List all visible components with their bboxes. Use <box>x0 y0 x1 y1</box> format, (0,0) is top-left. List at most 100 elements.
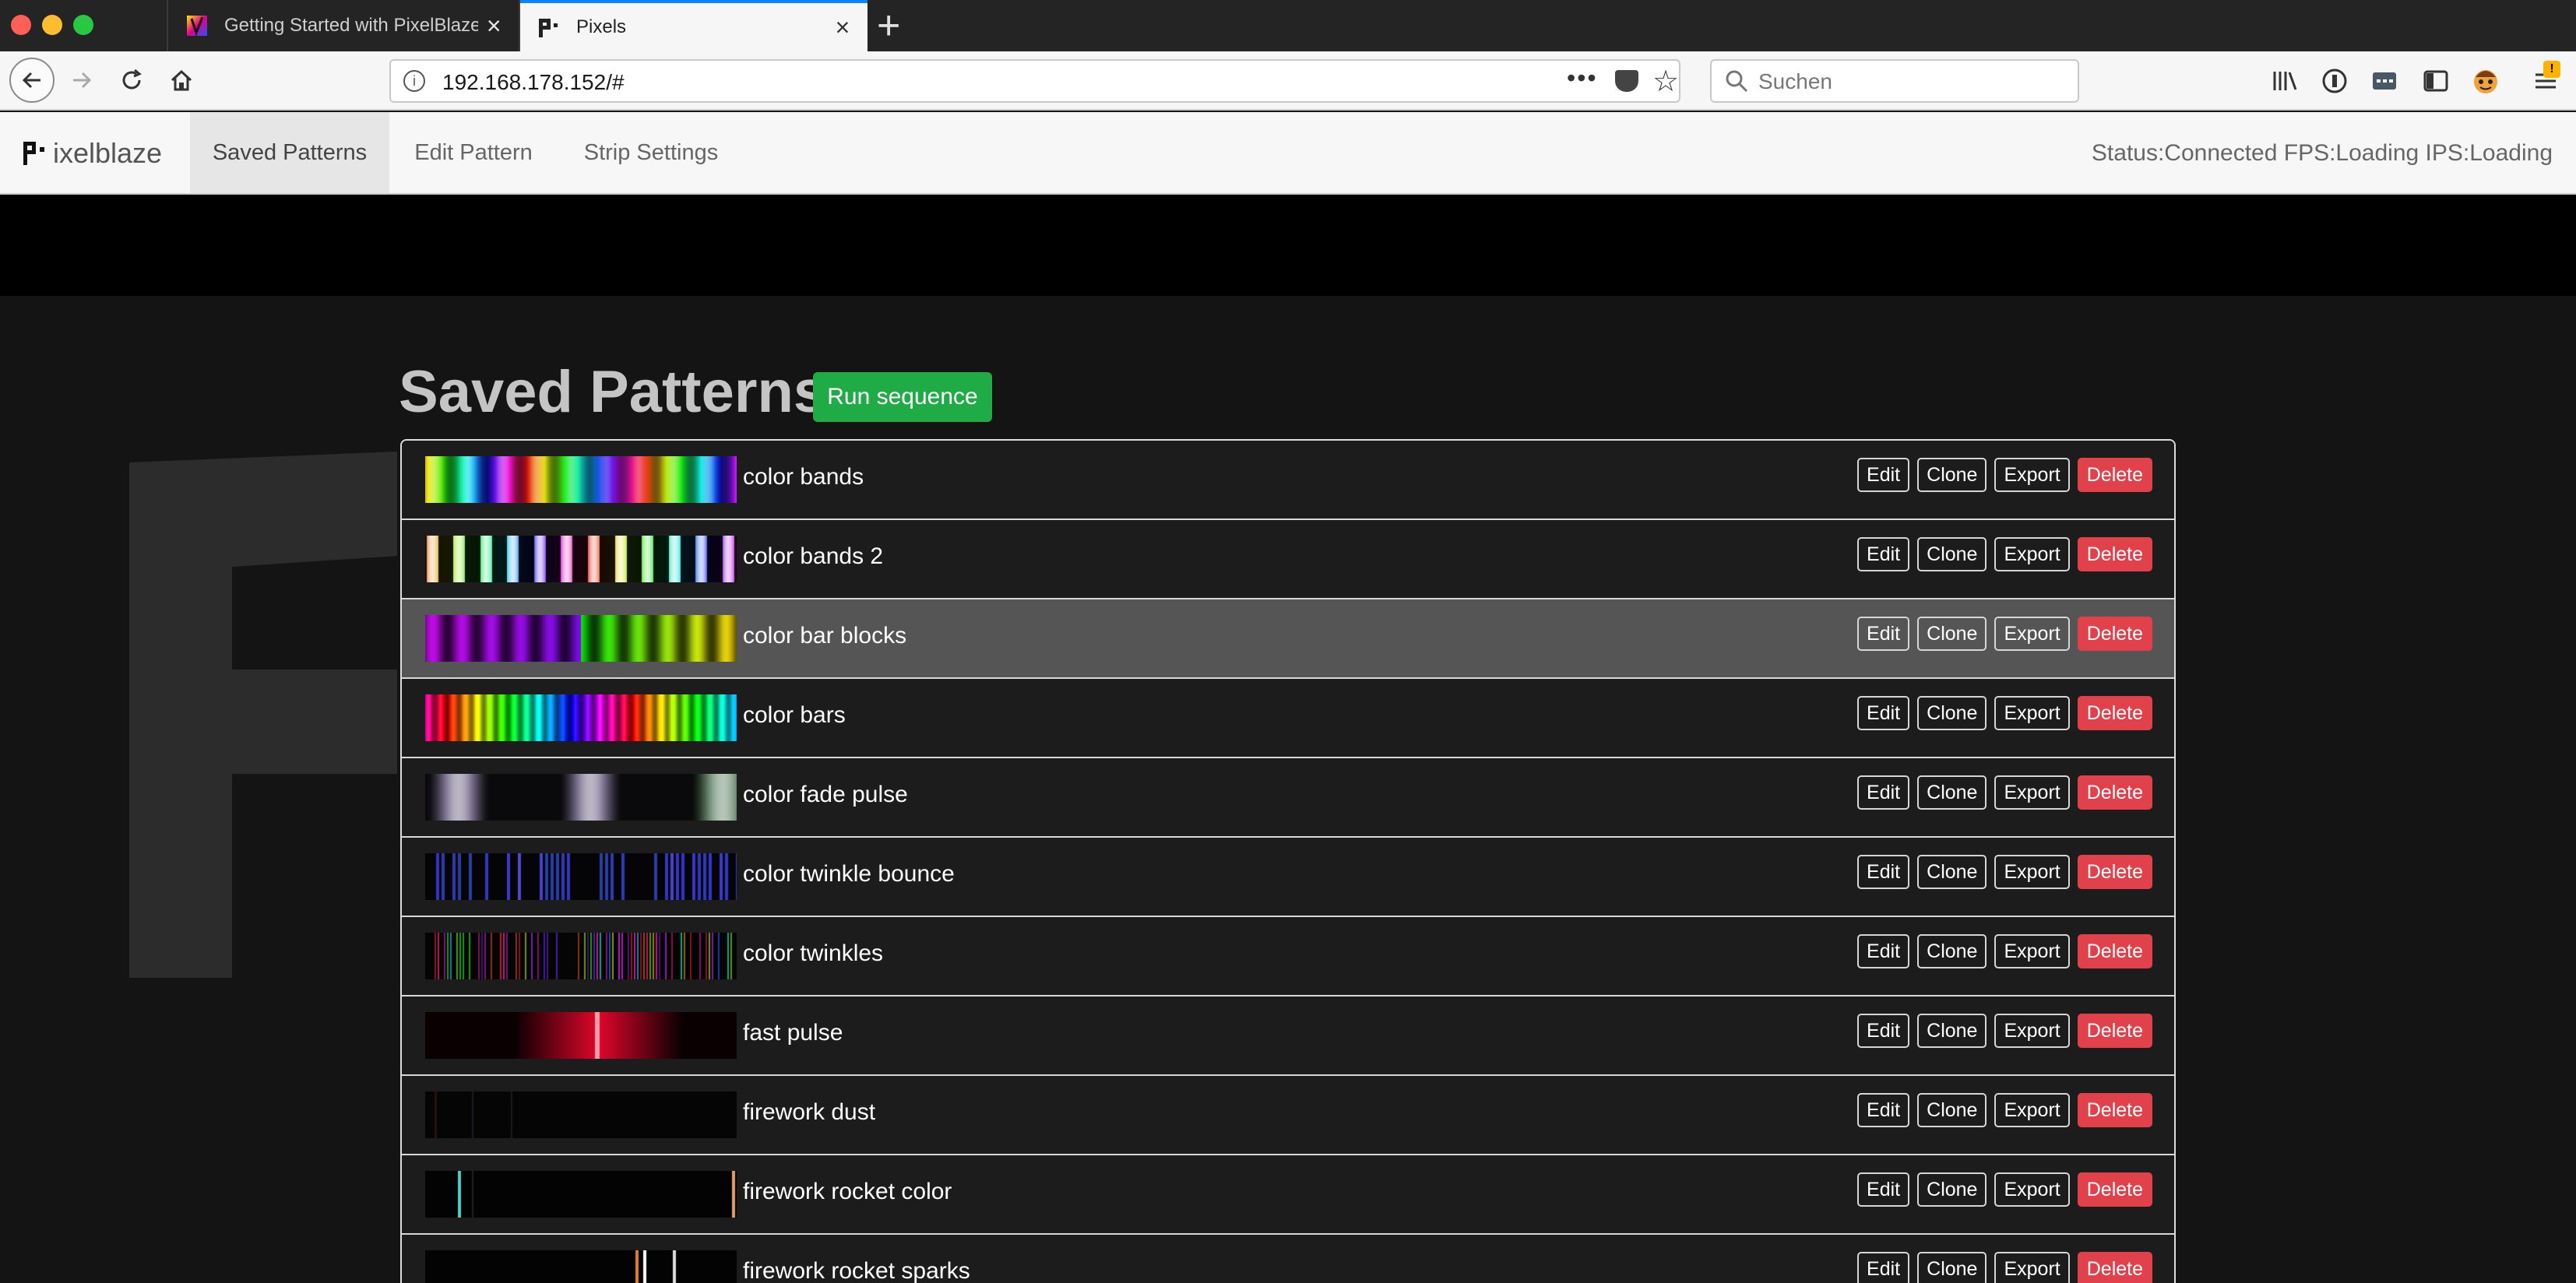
pocket-icon[interactable] <box>1615 70 1638 92</box>
export-button[interactable]: Export <box>1994 458 2070 492</box>
password-manager-icon[interactable] <box>2319 65 2350 97</box>
delete-button[interactable]: Delete <box>2077 1172 2152 1207</box>
clone-button[interactable]: Clone <box>1917 458 1987 492</box>
extension-face-icon[interactable] <box>2470 65 2501 97</box>
minimize-window-button[interactable] <box>42 15 62 35</box>
pattern-name[interactable]: color fade pulse <box>743 782 908 808</box>
clone-button[interactable]: Clone <box>1917 775 1987 810</box>
reload-button[interactable] <box>109 58 154 103</box>
home-button[interactable] <box>159 58 204 103</box>
clone-button[interactable]: Clone <box>1917 1172 1987 1207</box>
pattern-name[interactable]: fast pulse <box>743 1020 843 1046</box>
export-button[interactable]: Export <box>1994 696 2070 730</box>
export-button[interactable]: Export <box>1994 617 2070 651</box>
pattern-row[interactable]: color bands 2 Edit Clone Export Delete <box>402 520 2174 599</box>
info-icon[interactable]: i <box>403 70 425 92</box>
edit-button[interactable]: Edit <box>1857 617 1910 651</box>
pattern-row[interactable]: firework dust Edit Clone Export Delete <box>402 1076 2174 1155</box>
new-tab-icon[interactable]: + <box>877 3 900 48</box>
clone-button[interactable]: Clone <box>1917 537 1987 571</box>
maximize-window-button[interactable] <box>73 15 93 35</box>
edit-button[interactable]: Edit <box>1857 458 1910 492</box>
clone-button[interactable]: Clone <box>1917 617 1987 651</box>
brand-link[interactable]: ixelblaze <box>23 132 162 174</box>
pattern-name[interactable]: color bar blocks <box>743 623 906 649</box>
pattern-row[interactable]: color twinkle bounce Edit Clone Export D… <box>402 838 2174 917</box>
url-text[interactable]: 192.168.178.152/# <box>442 70 625 95</box>
browser-tab-getting-started[interactable]: Getting Started with PixelBlaze × <box>167 0 520 51</box>
page-actions-icon[interactable]: ••• <box>1567 64 1598 93</box>
edit-button[interactable]: Edit <box>1857 696 1910 730</box>
delete-button[interactable]: Delete <box>2077 855 2152 889</box>
pattern-name[interactable]: color bands 2 <box>743 543 883 570</box>
delete-button[interactable]: Delete <box>2077 1014 2152 1048</box>
edit-button[interactable]: Edit <box>1857 1172 1910 1207</box>
pattern-name[interactable]: firework rocket sparks <box>743 1258 970 1283</box>
pattern-preview <box>425 774 737 821</box>
url-bar[interactable]: i 192.168.178.152/# ••• ☆ <box>389 59 1680 103</box>
pattern-name[interactable]: color twinkles <box>743 940 883 967</box>
run-sequence-button[interactable]: Run sequence <box>813 372 992 422</box>
pattern-name[interactable]: color bars <box>743 702 846 729</box>
pattern-row[interactable]: color fade pulse Edit Clone Export Delet… <box>402 758 2174 838</box>
nav-strip-settings[interactable]: Strip Settings <box>558 112 744 193</box>
clone-button[interactable]: Clone <box>1917 1252 1987 1283</box>
delete-button[interactable]: Delete <box>2077 1093 2152 1127</box>
back-button[interactable] <box>9 58 55 103</box>
pattern-name[interactable]: color twinkle bounce <box>743 861 955 888</box>
delete-button[interactable]: Delete <box>2077 696 2152 730</box>
pattern-row[interactable]: fast pulse Edit Clone Export Delete <box>402 997 2174 1076</box>
library-shelf-icon <box>2273 72 2297 90</box>
pattern-row[interactable]: firework rocket color Edit Clone Export … <box>402 1155 2174 1235</box>
edit-button[interactable]: Edit <box>1857 1093 1910 1127</box>
forward-button[interactable] <box>59 58 104 103</box>
close-tab-icon[interactable]: × <box>478 12 509 40</box>
edit-button[interactable]: Edit <box>1857 934 1910 968</box>
pattern-row[interactable]: firework rocket sparks Edit Clone Export… <box>402 1235 2174 1283</box>
clone-button[interactable]: Clone <box>1917 934 1987 968</box>
delete-button[interactable]: Delete <box>2077 458 2152 492</box>
edit-button[interactable]: Edit <box>1857 537 1910 571</box>
clone-button[interactable]: Clone <box>1917 1093 1987 1127</box>
delete-button[interactable]: Delete <box>2077 617 2152 651</box>
delete-button[interactable]: Delete <box>2077 537 2152 571</box>
library-icon[interactable] <box>2269 65 2300 97</box>
close-window-button[interactable] <box>11 15 31 35</box>
delete-button[interactable]: Delete <box>2077 1252 2152 1283</box>
export-button[interactable]: Export <box>1994 934 2070 968</box>
bookmark-star-icon[interactable]: ☆ <box>1652 64 1679 99</box>
search-bar[interactable] <box>1710 59 2079 103</box>
export-button[interactable]: Export <box>1994 855 2070 889</box>
clone-button[interactable]: Clone <box>1917 696 1987 730</box>
search-input[interactable] <box>1758 67 2070 97</box>
pattern-row[interactable]: color bands Edit Clone Export Delete <box>402 441 2174 520</box>
pattern-name[interactable]: firework dust <box>743 1099 875 1126</box>
edit-button[interactable]: Edit <box>1857 1014 1910 1048</box>
sidebar-toggle-icon[interactable] <box>2420 65 2451 97</box>
delete-button[interactable]: Delete <box>2077 934 2152 968</box>
live-preview-strip <box>0 195 2576 296</box>
export-button[interactable]: Export <box>1994 1014 2070 1048</box>
extension-dots-icon[interactable] <box>2369 65 2400 97</box>
pattern-actions: Edit Clone Export Delete <box>1849 1172 2152 1207</box>
edit-button[interactable]: Edit <box>1857 775 1910 810</box>
clone-button[interactable]: Clone <box>1917 1014 1987 1048</box>
pattern-name[interactable]: firework rocket color <box>743 1179 952 1205</box>
delete-button[interactable]: Delete <box>2077 775 2152 810</box>
pattern-row[interactable]: color bars Edit Clone Export Delete <box>402 679 2174 758</box>
export-button[interactable]: Export <box>1994 1252 2070 1283</box>
browser-tab-pixels[interactable]: Pixels × <box>520 0 867 51</box>
pattern-row[interactable]: color twinkles Edit Clone Export Delete <box>402 917 2174 997</box>
clone-button[interactable]: Clone <box>1917 855 1987 889</box>
close-tab-icon[interactable]: × <box>827 13 858 42</box>
pattern-row[interactable]: color bar blocks Edit Clone Export Delet… <box>402 599 2174 679</box>
edit-button[interactable]: Edit <box>1857 1252 1910 1283</box>
nav-edit-pattern[interactable]: Edit Pattern <box>389 112 558 193</box>
export-button[interactable]: Export <box>1994 775 2070 810</box>
export-button[interactable]: Export <box>1994 537 2070 571</box>
nav-saved-patterns[interactable]: Saved Patterns <box>190 112 389 193</box>
pattern-name[interactable]: color bands <box>743 464 864 490</box>
export-button[interactable]: Export <box>1994 1093 2070 1127</box>
edit-button[interactable]: Edit <box>1857 855 1910 889</box>
export-button[interactable]: Export <box>1994 1172 2070 1207</box>
